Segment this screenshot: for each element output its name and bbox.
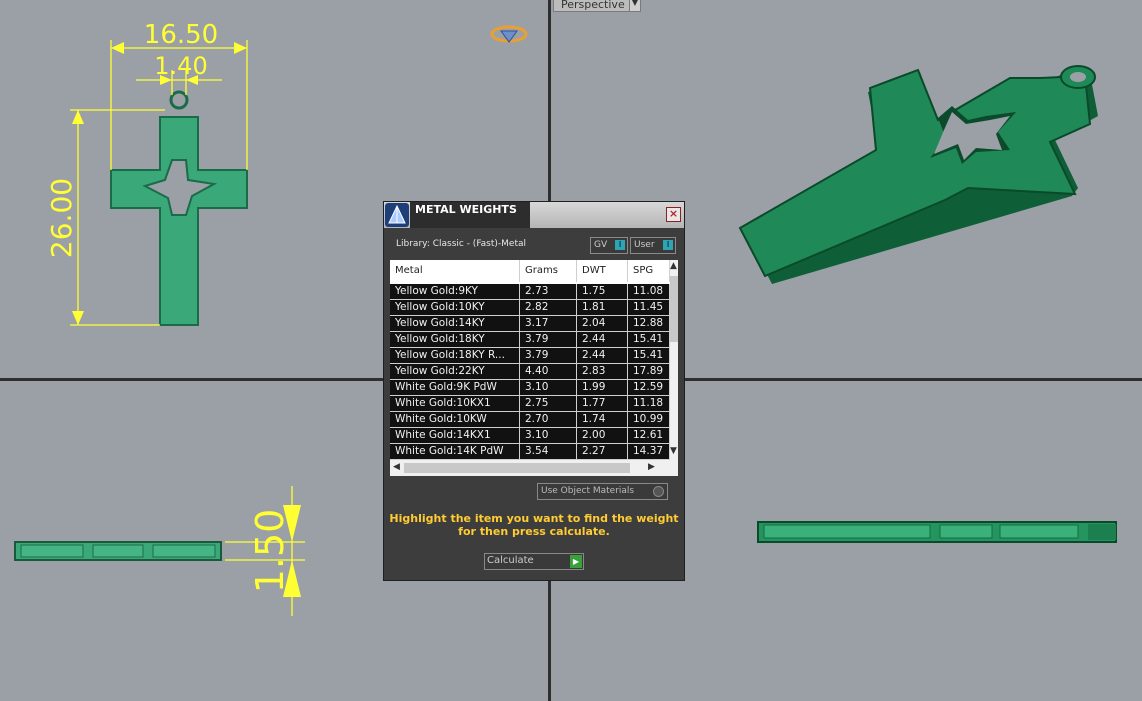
toggle-icon: I: [663, 240, 673, 250]
cell-spg: 15.41: [628, 332, 670, 347]
table-row[interactable]: Yellow Gold:18KY R... 3.79 2.44 15.41: [390, 348, 670, 364]
scroll-up-icon[interactable]: ▲: [670, 261, 677, 271]
instruction-text: Highlight the item you want to find the …: [384, 512, 684, 538]
table-row[interactable]: White Gold:10KX1 2.75 1.77 11.18: [390, 396, 670, 412]
cell-dwt: 2.44: [577, 348, 628, 363]
cell-spg: 10.99: [628, 412, 670, 427]
cell-grams: 2.70: [520, 412, 577, 427]
cell-dwt: 2.04: [577, 316, 628, 331]
cell-grams: 3.10: [520, 428, 577, 443]
cell-grams: 3.79: [520, 348, 577, 363]
table-row[interactable]: White Gold:10KW 2.70 1.74 10.99: [390, 412, 670, 428]
cell-grams: 3.54: [520, 444, 577, 459]
instruction-line-1: Highlight the item you want to find the …: [389, 512, 679, 525]
cell-dwt: 2.00: [577, 428, 628, 443]
instruction-line-2: for then press calculate.: [458, 525, 610, 538]
side-view-cross[interactable]: [14, 541, 222, 561]
right-side-view-cross[interactable]: [757, 521, 1117, 543]
dim-bail-label: 1.40: [154, 52, 207, 80]
scroll-down-icon[interactable]: ▼: [670, 446, 677, 456]
front-view-cross[interactable]: [110, 90, 248, 326]
table-row[interactable]: Yellow Gold:10KY 2.82 1.81 11.45: [390, 300, 670, 316]
cell-spg: 14.37: [628, 444, 670, 459]
toggle-icon: I: [615, 240, 625, 250]
calculate-label: Calculate: [487, 555, 534, 566]
vertical-scrollbar[interactable]: ▲ ▼: [670, 260, 678, 460]
cell-spg: 11.45: [628, 300, 670, 315]
cell-spg: 15.41: [628, 348, 670, 363]
play-icon: ▶: [570, 555, 582, 568]
dim-thickness-label: 1.50: [248, 509, 292, 594]
cell-metal: White Gold:10KX1: [390, 396, 520, 411]
table-row[interactable]: Yellow Gold:22KY 4.40 2.83 17.89: [390, 364, 670, 380]
metal-weights-icon: [385, 203, 409, 227]
column-header-spg[interactable]: SPG: [628, 260, 670, 282]
cell-spg: 12.61: [628, 428, 670, 443]
use-object-materials-toggle[interactable]: Use Object Materials: [537, 483, 668, 500]
cell-dwt: 1.81: [577, 300, 628, 315]
cell-spg: 12.88: [628, 316, 670, 331]
cell-metal: Yellow Gold:14KY: [390, 316, 520, 331]
cell-grams: 4.40: [520, 364, 577, 379]
table-header: Metal Grams DWT SPG: [390, 260, 670, 282]
cell-spg: 11.18: [628, 396, 670, 411]
dim-width-label: 16.50: [144, 20, 218, 50]
dialog-title: METAL WEIGHTS: [410, 202, 530, 228]
perspective-cross[interactable]: [738, 65, 1098, 284]
radio-icon[interactable]: [653, 486, 664, 497]
cell-metal: Yellow Gold:22KY: [390, 364, 520, 379]
table-row[interactable]: Yellow Gold:14KY 3.17 2.04 12.88: [390, 316, 670, 332]
table-row[interactable]: White Gold:9K PdW 3.10 1.99 12.59: [390, 380, 670, 396]
cell-grams: 2.75: [520, 396, 577, 411]
dialog-titlebar[interactable]: METAL WEIGHTS ×: [384, 202, 684, 228]
library-label: Library: Classic - (Fast)-Metal: [396, 239, 527, 249]
column-header-grams[interactable]: Grams: [520, 260, 577, 282]
cell-metal: Yellow Gold:9KY: [390, 284, 520, 299]
close-icon[interactable]: ×: [666, 207, 681, 222]
dim-height-label: 26.00: [45, 178, 78, 258]
use-object-materials-label: Use Object Materials: [541, 486, 635, 496]
gv-toggle-label: GV: [594, 240, 608, 250]
cell-grams: 3.10: [520, 380, 577, 395]
vertical-scroll-thumb[interactable]: [670, 276, 678, 342]
column-header-metal[interactable]: Metal: [390, 260, 520, 282]
cell-dwt: 1.77: [577, 396, 628, 411]
cell-metal: White Gold:14K PdW: [390, 444, 520, 459]
metal-weights-table[interactable]: Metal Grams DWT SPG Yellow Gold:9KY 2.73 1…: [390, 260, 678, 476]
user-toggle-label: User: [634, 240, 655, 250]
cell-grams: 2.82: [520, 300, 577, 315]
horizontal-scroll-thumb[interactable]: [404, 463, 630, 473]
cell-dwt: 1.75: [577, 284, 628, 299]
scroll-right-icon[interactable]: ▶: [648, 462, 655, 472]
cell-metal: Yellow Gold:18KY: [390, 332, 520, 347]
table-row[interactable]: White Gold:14KX1 3.10 2.00 12.61: [390, 428, 670, 444]
cell-dwt: 2.27: [577, 444, 628, 459]
gv-toggle[interactable]: GV I: [590, 237, 628, 254]
cell-dwt: 1.74: [577, 412, 628, 427]
cell-metal: Yellow Gold:18KY R...: [390, 348, 520, 363]
scroll-left-icon[interactable]: ◀: [393, 462, 400, 472]
cell-dwt: 2.44: [577, 332, 628, 347]
cell-metal: Yellow Gold:10KY: [390, 300, 520, 315]
cell-grams: 3.79: [520, 332, 577, 347]
calculate-button[interactable]: Calculate ▶: [484, 553, 584, 570]
cell-metal: White Gold:10KW: [390, 412, 520, 427]
table-row[interactable]: White Gold:14K PdW 3.54 2.27 14.37: [390, 444, 670, 460]
view-gizmo-icon[interactable]: [490, 25, 528, 43]
cell-grams: 3.17: [520, 316, 577, 331]
cell-spg: 12.59: [628, 380, 670, 395]
horizontal-scrollbar[interactable]: ◀ ▶: [390, 460, 678, 476]
table-row[interactable]: Yellow Gold:18KY 3.79 2.44 15.41: [390, 332, 670, 348]
user-toggle[interactable]: User I: [630, 237, 676, 254]
cell-metal: White Gold:9K PdW: [390, 380, 520, 395]
cell-spg: 11.08: [628, 284, 670, 299]
cell-metal: White Gold:14KX1: [390, 428, 520, 443]
cell-grams: 2.73: [520, 284, 577, 299]
metal-weights-dialog[interactable]: METAL WEIGHTS × Library: Classic - (Fast…: [383, 201, 685, 581]
cell-spg: 17.89: [628, 364, 670, 379]
cell-dwt: 1.99: [577, 380, 628, 395]
table-row[interactable]: Yellow Gold:9KY 2.73 1.75 11.08: [390, 284, 670, 300]
cell-dwt: 2.83: [577, 364, 628, 379]
column-header-dwt[interactable]: DWT: [577, 260, 628, 282]
